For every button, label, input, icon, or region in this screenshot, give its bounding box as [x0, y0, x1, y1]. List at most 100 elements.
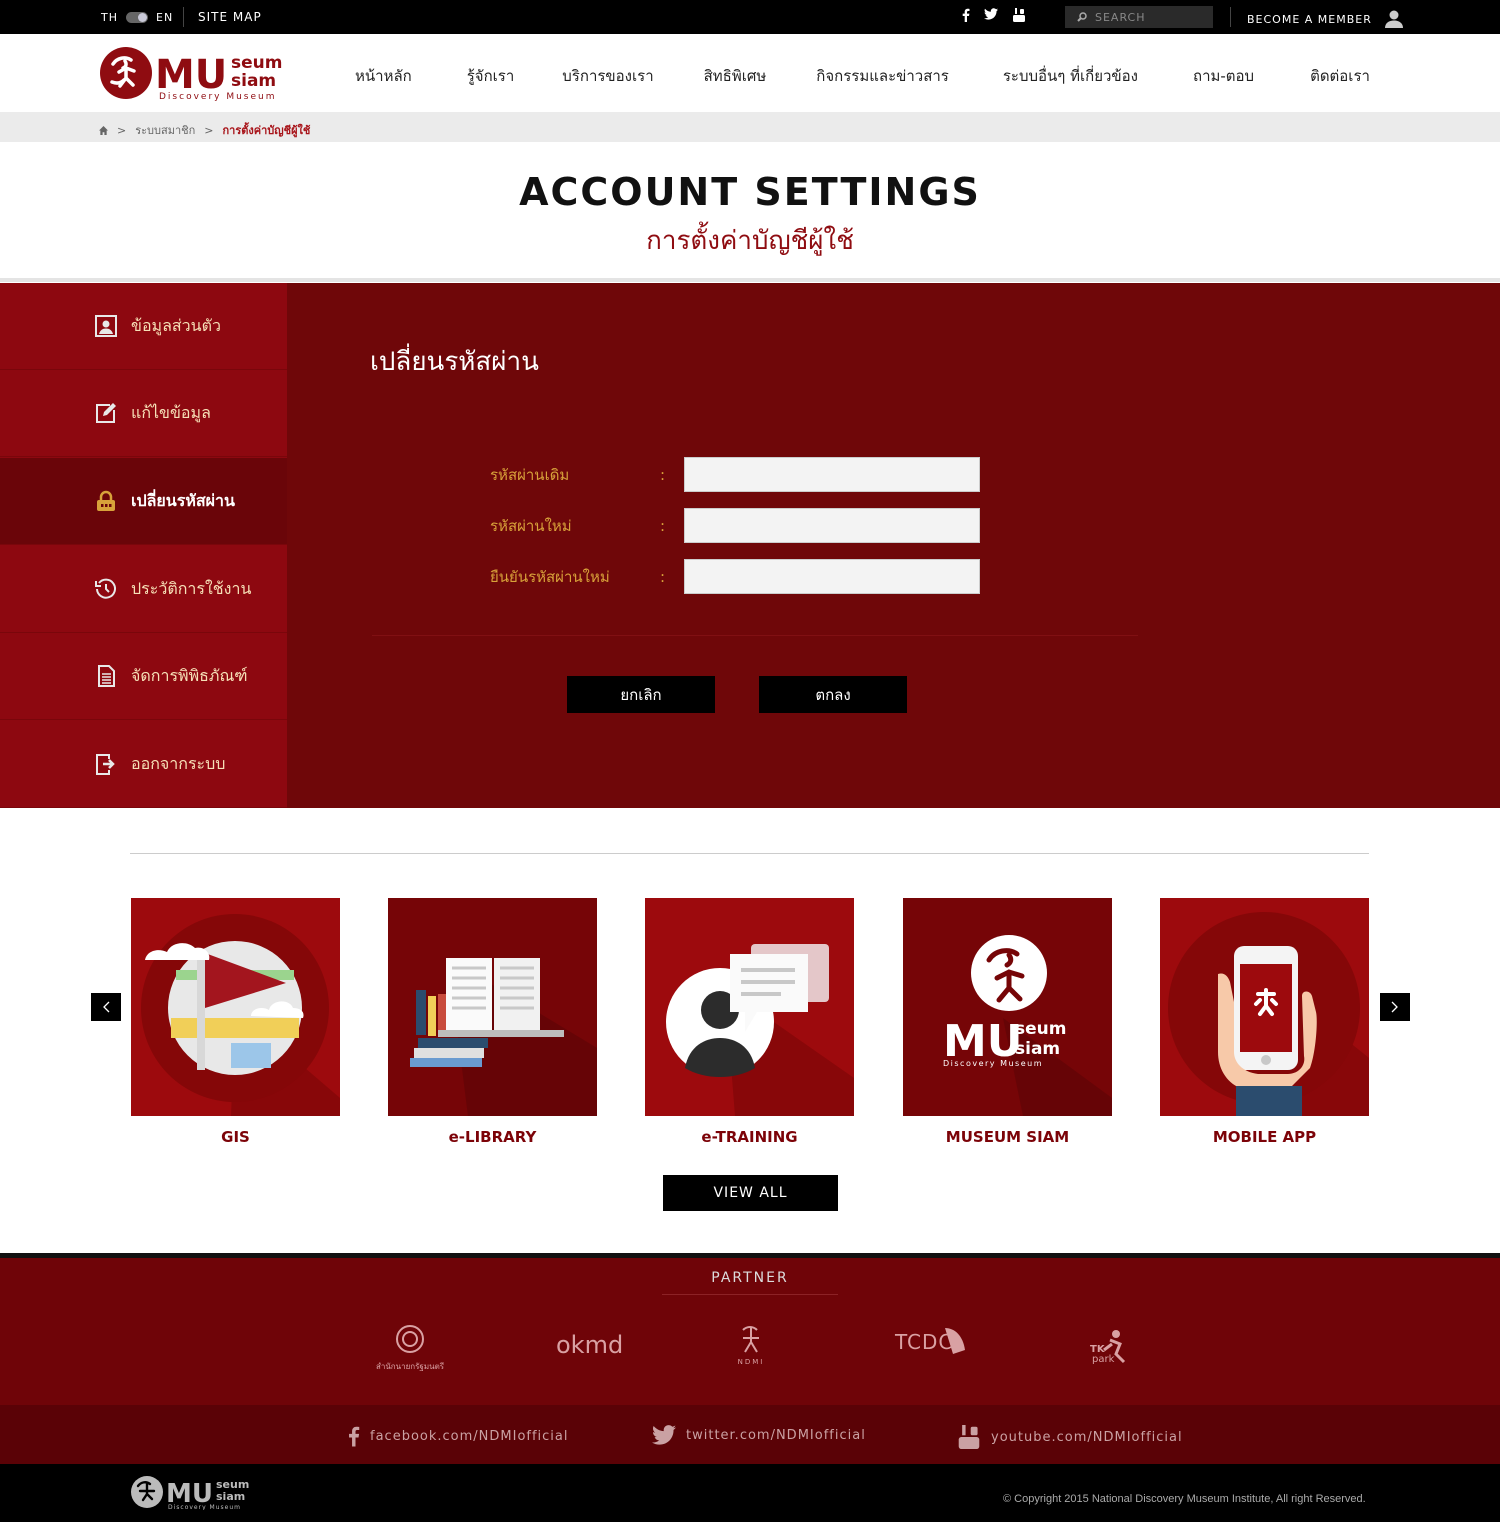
gis-icon: [131, 898, 340, 1116]
view-all-button[interactable]: VIEW ALL: [663, 1175, 838, 1211]
section-divider: [130, 853, 1369, 854]
nav-contact[interactable]: ติดต่อเรา: [1310, 64, 1370, 88]
youtube-label: youtube.com/NDMIofficial: [991, 1429, 1183, 1445]
lock-icon: [97, 490, 115, 511]
service-tile-elibrary[interactable]: [388, 898, 597, 1116]
training-icon: [645, 898, 854, 1116]
nav-privileges[interactable]: สิทธิพิเศษ: [704, 64, 767, 88]
social-twitter-link[interactable]: twitter.com/NDMIofficial: [652, 1425, 866, 1445]
partner-ndmi-logo[interactable]: NDMI: [735, 1324, 767, 1366]
sidebar-item-history[interactable]: ประวัติการใช้งาน: [0, 546, 287, 633]
service-label-mobile-app[interactable]: MOBILE APP: [1160, 1128, 1369, 1146]
service-label-museum-siam[interactable]: MUSEUM SIAM: [903, 1128, 1112, 1146]
nav-faq[interactable]: ถาม-ตอบ: [1193, 64, 1254, 88]
become-member-label: BECOME A MEMBER: [1247, 12, 1372, 26]
partner-tkpark-logo[interactable]: TK park: [1090, 1328, 1130, 1372]
old-password-row: รหัสผ่านเดิม :: [490, 457, 980, 492]
account-sidebar: ข้อมูลส่วนตัว แก้ไขข้อมูล เปลี่ยนรหัสผ่า…: [0, 283, 287, 808]
service-tile-mobile-app[interactable]: [1160, 898, 1369, 1116]
service-label-elibrary[interactable]: e-LIBRARY: [388, 1128, 597, 1146]
colon: :: [660, 516, 666, 535]
search-box[interactable]: [1065, 6, 1213, 28]
ndmi-label: NDMI: [737, 1358, 765, 1366]
sidebar-item-edit[interactable]: แก้ไขข้อมูล: [0, 370, 287, 457]
lang-en[interactable]: EN: [156, 11, 173, 24]
nav-about[interactable]: รู้จักเรา: [467, 64, 515, 88]
sidebar-item-profile[interactable]: ข้อมูลส่วนตัว: [0, 283, 287, 370]
nav-other-systems[interactable]: ระบบอื่นๆ ที่เกี่ยวข้อง: [1003, 64, 1138, 88]
language-switch[interactable]: TH EN: [101, 11, 173, 24]
sidebar-item-label: จัดการพิพิธภัณฑ์: [131, 665, 248, 685]
carousel-next-button[interactable]: [1380, 993, 1410, 1021]
facebook-icon: [349, 1426, 360, 1447]
footer-logo[interactable]: MU seum siam Discovery Museum: [130, 1474, 255, 1510]
new-password-row: รหัสผ่านใหม่ :: [490, 508, 980, 543]
nav-home[interactable]: หน้าหลัก: [355, 64, 412, 88]
partner-okmd-logo[interactable]: okmd: [556, 1331, 623, 1359]
site-footer: MU seum siam Discovery Museum © Copyrigh…: [0, 1464, 1500, 1522]
logo-siam: siam: [231, 71, 276, 91]
museum-siam-logo[interactable]: MU seum siam Discovery Museum: [99, 46, 294, 102]
search-input[interactable]: [1095, 10, 1205, 24]
service-label-etraining[interactable]: e-TRAINING: [645, 1128, 854, 1146]
twitter-icon[interactable]: [984, 8, 998, 20]
sidebar-item-label: เปลี่ยนรหัสผ่าน: [131, 490, 235, 510]
chevron-right-icon: [1391, 1001, 1398, 1013]
page-subtitle: การตั้งค่าบัญชีผู้ใช้: [646, 226, 854, 256]
service-tile-museum-siam[interactable]: MU seum siam Discovery Museum: [903, 898, 1112, 1116]
service-tile-etraining[interactable]: [645, 898, 854, 1116]
tcdc-mark-icon: [945, 1328, 965, 1354]
language-toggle[interactable]: [126, 12, 148, 23]
sidebar-item-label: ประวัติการใช้งาน: [131, 578, 252, 598]
sidebar-item-logout[interactable]: ออกจากระบบ: [0, 721, 287, 808]
divider: [1230, 7, 1231, 27]
sidebar-item-change-password[interactable]: เปลี่ยนรหัสผ่าน: [0, 458, 287, 545]
twitter-label: twitter.com/NDMIofficial: [686, 1427, 866, 1443]
page-title: ACCOUNT SETTINGS: [519, 170, 981, 214]
partner-opm-logo[interactable]: สำนักนายกรัฐมนตรี: [370, 1324, 450, 1373]
partner-section: PARTNER สำนักนายกรัฐมนตรี okmd NDMI TCDC…: [0, 1253, 1500, 1405]
tile-logo-seum: seum: [1015, 1019, 1066, 1039]
confirm-password-label: ยืนยันรหัสผ่านใหม่: [490, 567, 610, 586]
facebook-icon[interactable]: [962, 8, 970, 22]
library-icon: [388, 898, 597, 1116]
edit-icon: [96, 403, 116, 423]
copyright-text: © Copyright 2015 National Discovery Muse…: [1003, 1493, 1366, 1505]
logo-discovery: Discovery Museum: [159, 92, 277, 102]
social-links-top: [962, 8, 1026, 22]
old-password-label: รหัสผ่านเดิม: [490, 465, 570, 484]
breadcrumb-member-system[interactable]: ระบบสมาชิก: [135, 121, 195, 139]
youtube-icon[interactable]: [1012, 8, 1026, 22]
logo-seum: seum: [231, 53, 282, 73]
home-icon[interactable]: [99, 125, 108, 135]
site-header: MU seum siam Discovery Museum หน้าหลัก ร…: [0, 34, 1500, 112]
cancel-button[interactable]: ยกเลิก: [567, 676, 715, 713]
museum-siam-icon: MU seum siam Discovery Museum: [903, 898, 1112, 1116]
sidebar-item-manage-museum[interactable]: จัดการพิพิธภัณฑ์: [0, 633, 287, 720]
form-divider: [372, 635, 1138, 636]
partner-tcdc-logo[interactable]: TCDC: [895, 1328, 965, 1354]
lang-th[interactable]: TH: [101, 11, 118, 24]
old-password-input[interactable]: [684, 457, 980, 492]
nav-services[interactable]: บริการของเรา: [562, 64, 653, 88]
social-bar: facebook.com/NDMIofficial twitter.com/ND…: [0, 1405, 1500, 1464]
divider: [183, 7, 184, 27]
service-label-gis[interactable]: GIS: [131, 1128, 340, 1146]
sitemap-link[interactable]: SITE MAP: [198, 10, 262, 24]
copyright-label: Copyright 2015 National Discovery Museum…: [1014, 1493, 1366, 1505]
confirm-password-input[interactable]: [684, 559, 980, 594]
nav-news[interactable]: กิจกรรมและข่าวสาร: [816, 64, 949, 88]
opm-seal-icon: [396, 1325, 424, 1353]
tile-logo-siam: siam: [1015, 1039, 1060, 1059]
service-tile-gis[interactable]: [131, 898, 340, 1116]
submit-button[interactable]: ตกลง: [759, 676, 907, 713]
new-password-label: รหัสผ่านใหม่: [490, 516, 572, 535]
sidebar-item-label: ข้อมูลส่วนตัว: [131, 315, 221, 335]
new-password-input[interactable]: [684, 508, 980, 543]
social-facebook-link[interactable]: facebook.com/NDMIofficial: [348, 1425, 569, 1447]
carousel-prev-button[interactable]: [91, 993, 121, 1021]
social-youtube-link[interactable]: youtube.com/NDMIofficial: [957, 1425, 1183, 1449]
become-member-link[interactable]: BECOME A MEMBER: [1247, 10, 1404, 28]
footer-logo-discovery: Discovery Museum: [168, 1504, 241, 1510]
document-icon: [98, 665, 115, 687]
